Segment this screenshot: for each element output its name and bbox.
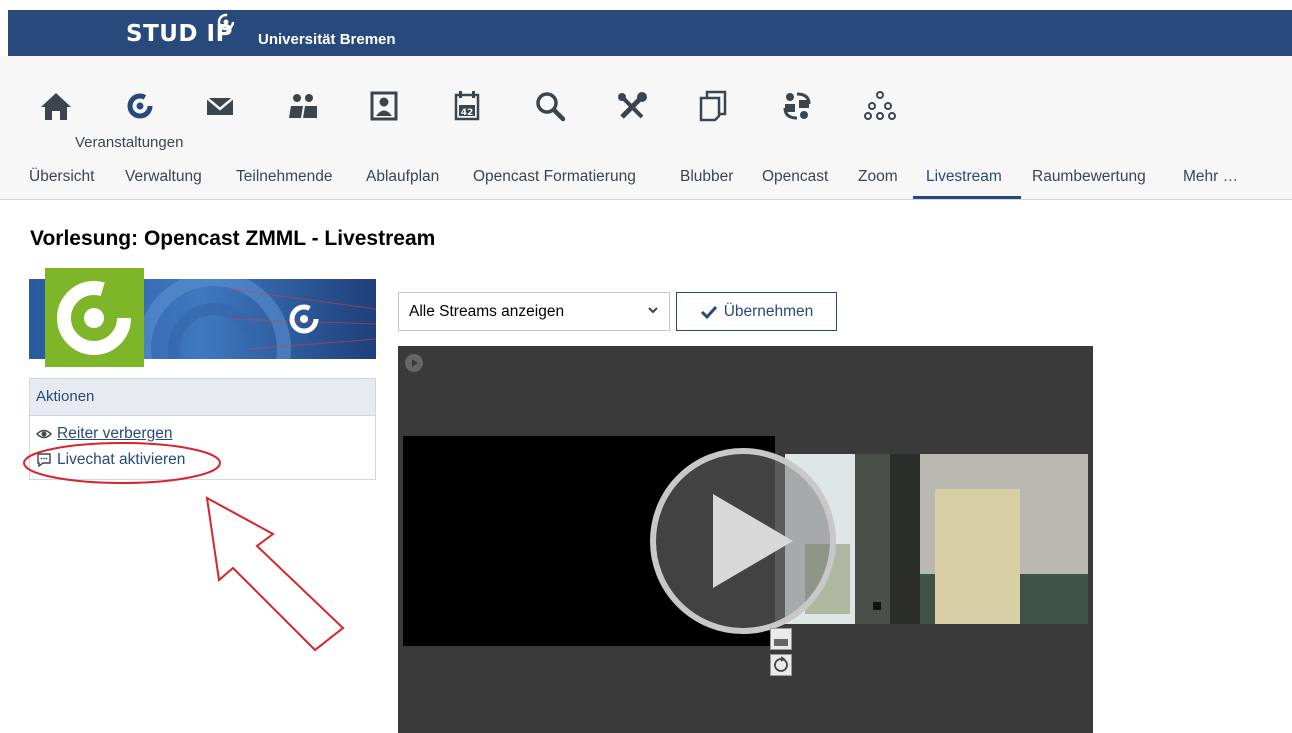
community-icon[interactable]: [283, 86, 323, 126]
chevron-down-icon: [648, 307, 658, 314]
tab-raumbewertung[interactable]: Raumbewertung: [1032, 168, 1146, 186]
schedule-icon[interactable]: 42: [447, 86, 487, 126]
tab-opencast-formatierung[interactable]: Opencast Formatierung: [473, 168, 636, 186]
studip-logo-ring-icon: [217, 13, 235, 31]
hierarchy-icon[interactable]: [860, 86, 900, 126]
tab-blubber[interactable]: Blubber: [680, 168, 733, 186]
courses-icon[interactable]: [120, 86, 160, 126]
search-icon[interactable]: [530, 86, 570, 126]
active-tab-indicator: [913, 196, 1021, 199]
sidebar-actions-title: Aktionen: [30, 379, 375, 416]
course-logo-icon: [57, 281, 131, 355]
active-nav-label: Veranstaltungen: [75, 134, 184, 151]
apply-button-label: Übernehmen: [723, 302, 814, 320]
tools-icon[interactable]: [613, 86, 653, 126]
main-navigation: 42 Veranstaltungen: [0, 56, 1292, 154]
home-icon[interactable]: [36, 86, 76, 126]
small-play-icon[interactable]: [404, 353, 424, 373]
checkmark-icon: [700, 305, 717, 319]
mail-icon[interactable]: [200, 86, 240, 126]
layout-icon: [774, 639, 788, 646]
tab-zoom[interactable]: Zoom: [858, 168, 898, 186]
video-player[interactable]: [398, 346, 1093, 733]
course-tabs: Übersicht Verwaltung Teilnehmende Ablauf…: [0, 154, 1292, 200]
tab-verwaltung[interactable]: Verwaltung: [125, 168, 202, 186]
tab-opencast[interactable]: Opencast: [762, 168, 828, 186]
big-play-button-icon[interactable]: [648, 446, 838, 636]
profile-icon[interactable]: [364, 86, 404, 126]
stream-select-value: Alle Streams anzeigen: [409, 303, 565, 320]
university-name: Universität Bremen: [258, 31, 396, 48]
page-title: Vorlesung: Opencast ZMML - Livestream: [30, 227, 436, 250]
course-avatar: [45, 268, 144, 367]
exchange-icon[interactable]: [777, 86, 817, 126]
stream-select[interactable]: Alle Streams anzeigen: [398, 292, 670, 331]
schedule-date: 42: [461, 108, 474, 118]
tab-uebersicht[interactable]: Übersicht: [29, 168, 94, 186]
tab-mehr[interactable]: Mehr …: [1183, 168, 1238, 186]
rotate-button[interactable]: [770, 654, 792, 676]
tab-livestream[interactable]: Livestream: [926, 168, 1002, 186]
refresh-icon: [774, 656, 788, 672]
annotation-arrow-icon: [205, 496, 345, 652]
apply-button[interactable]: Übernehmen: [676, 292, 837, 331]
tab-ablaufplan[interactable]: Ablaufplan: [366, 168, 439, 186]
top-header: STUD IP Universität Bremen: [8, 10, 1292, 56]
tab-teilnehmende[interactable]: Teilnehmende: [236, 168, 333, 186]
files-icon[interactable]: [693, 86, 733, 126]
layout-toggle-button[interactable]: [770, 628, 792, 650]
annotation-ellipse: [23, 442, 221, 484]
